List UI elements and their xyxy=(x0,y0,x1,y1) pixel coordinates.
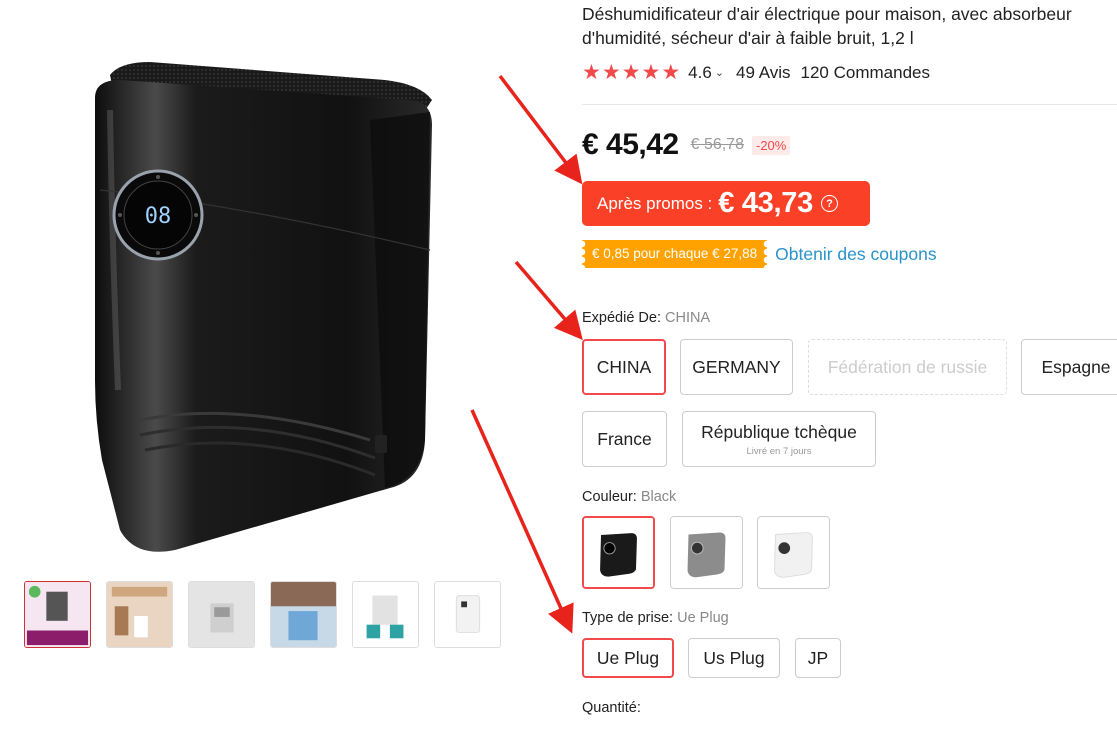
thumbnail-3[interactable] xyxy=(188,581,255,648)
get-coupons-link[interactable]: Obtenir des coupons xyxy=(775,244,937,265)
color-option-black[interactable] xyxy=(582,516,655,589)
ship-option-label: Fédération de russie xyxy=(827,356,988,377)
promo-label: Après promos : xyxy=(597,193,713,213)
thumbnail-5[interactable] xyxy=(352,581,419,648)
ship-option-label: CHINA xyxy=(596,356,652,377)
ship-option-label: GERMANY xyxy=(692,356,781,377)
ship-option-germany[interactable]: GERMANY xyxy=(680,339,793,395)
arrow-to-ship-from xyxy=(514,260,583,340)
ship-option-spain[interactable]: Espagne xyxy=(1021,339,1117,395)
current-price: € 45,42 xyxy=(582,128,679,161)
thumbnail-1[interactable] xyxy=(24,581,91,648)
promo-price: € 43,73 xyxy=(718,187,813,219)
main-product-image[interactable]: 08 xyxy=(40,40,510,560)
rating-stars: ★ ★ ★ ★ ★ xyxy=(582,62,680,83)
quantity-label: Quantité: xyxy=(582,700,641,716)
ship-option-france[interactable]: France xyxy=(582,411,667,467)
plug-value: Ue Plug xyxy=(677,610,729,626)
orders-count: 120 Commandes xyxy=(800,62,930,82)
star-icon: ★ xyxy=(582,61,601,84)
color-label: Couleur: Black xyxy=(582,489,676,505)
display-reading: 08 xyxy=(145,204,172,229)
thumbnail-strip xyxy=(24,581,501,648)
color-option-grey[interactable] xyxy=(670,516,743,589)
ship-option-china[interactable]: CHINA xyxy=(582,339,666,395)
ship-option-czech[interactable]: République tchèque Livré en 7 jours xyxy=(682,411,876,467)
color-title: Couleur: xyxy=(582,489,637,505)
color-option-white[interactable] xyxy=(757,516,830,589)
divider xyxy=(582,104,1117,105)
plug-option-label: JP xyxy=(807,647,829,668)
coupon-badge: € 0,85 pour chaque € 27,88 xyxy=(582,240,767,268)
plug-option-label: Us Plug xyxy=(703,647,765,668)
plug-title: Type de prise: xyxy=(582,610,674,626)
star-icon: ★ xyxy=(641,61,661,84)
ship-from-value: CHINA xyxy=(665,310,711,326)
question-circle-icon[interactable]: ? xyxy=(820,195,838,212)
chevron-down-icon[interactable]: ⌄ xyxy=(715,66,724,79)
promo-price-banner[interactable]: Après promos : € 43,73 ? xyxy=(582,181,870,226)
arrow-to-promo xyxy=(498,74,583,185)
coupon-row: € 0,85 pour chaque € 27,88 Obtenir des c… xyxy=(582,240,937,268)
thumbnail-4[interactable] xyxy=(270,581,337,648)
ship-option-label: Espagne xyxy=(1041,356,1111,377)
rating-row: ★ ★ ★ ★ ★ 4.6 ⌄ 49 Avis 120 Commandes xyxy=(582,62,930,83)
plug-label: Type de prise: Ue Plug xyxy=(582,610,729,626)
star-icon: ★ xyxy=(621,61,641,84)
thumbnail-6[interactable] xyxy=(434,581,501,648)
ship-from-label: Expédié De: CHINA xyxy=(582,310,710,326)
plug-option-us[interactable]: Us Plug xyxy=(688,638,780,678)
plug-option-label: Ue Plug xyxy=(596,647,660,668)
star-icon: ★ xyxy=(601,61,621,84)
price-row: € 45,42 € 56,78 -20% xyxy=(582,128,791,162)
reviews-link[interactable]: 49 Avis xyxy=(736,63,791,83)
plug-option-eu[interactable]: Ue Plug xyxy=(582,638,674,678)
rating-value[interactable]: 4.6 xyxy=(688,63,712,83)
discount-badge: -20% xyxy=(751,135,791,155)
ship-option-russia: Fédération de russie xyxy=(808,339,1007,395)
star-icon: ★ xyxy=(661,61,681,84)
ship-from-title: Expédié De: xyxy=(582,310,661,326)
product-title: Déshumidificateur d'air électrique pour … xyxy=(582,4,1072,48)
ship-option-label: France xyxy=(597,428,652,449)
plug-option-jp[interactable]: JP xyxy=(795,638,841,678)
color-value: Black xyxy=(640,489,677,505)
ship-option-label: République tchèque xyxy=(701,421,857,442)
original-price: € 56,78 xyxy=(690,136,744,153)
ship-option-delivery-note: Livré en 7 jours xyxy=(746,445,812,457)
thumbnail-2[interactable] xyxy=(106,581,173,648)
